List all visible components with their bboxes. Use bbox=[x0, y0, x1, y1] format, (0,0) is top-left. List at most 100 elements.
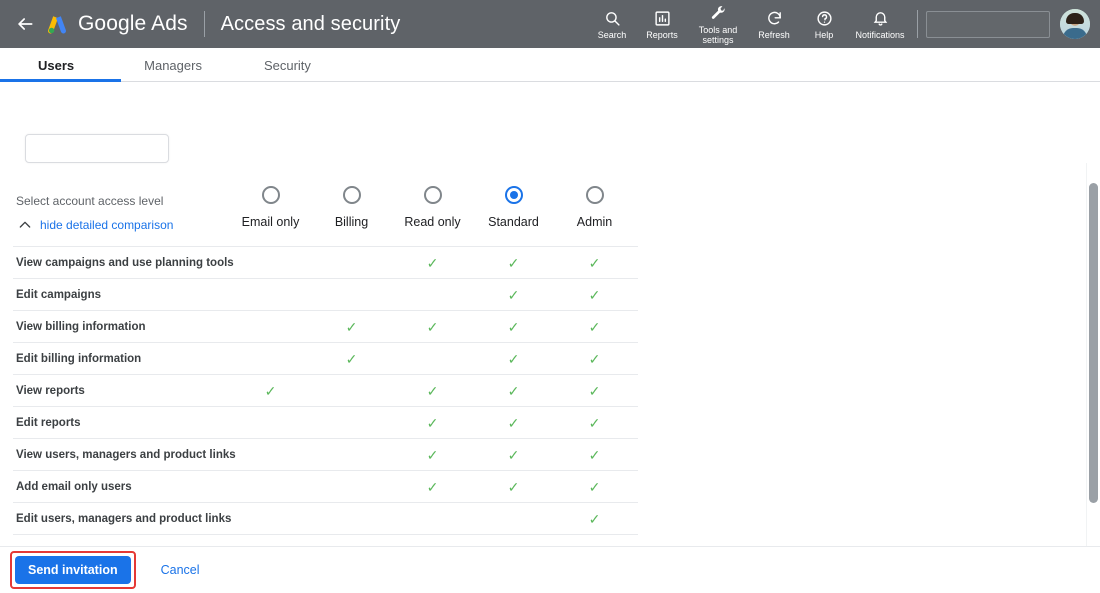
radio-standard[interactable] bbox=[504, 186, 523, 204]
checkmark-icon: ✓ bbox=[507, 286, 520, 303]
permission-cell-admin: ✓ bbox=[554, 288, 635, 302]
avatar-body bbox=[1063, 28, 1087, 39]
page-scrollbar[interactable] bbox=[1086, 163, 1100, 560]
access-option-billing[interactable]: Billing bbox=[311, 186, 392, 229]
table-row: Edit billing information ✓ ✓ ✓ bbox=[13, 343, 638, 375]
radio-billing[interactable] bbox=[342, 186, 361, 204]
access-level-options: Email only Billing Read only Standard Ad… bbox=[230, 186, 635, 229]
permission-cell-email-only: ✓ bbox=[230, 384, 311, 398]
avatar[interactable] bbox=[1060, 9, 1090, 39]
permission-cell-standard: ✓ bbox=[473, 256, 554, 270]
checkmark-icon: ✓ bbox=[264, 382, 277, 399]
avatar-hair bbox=[1066, 13, 1084, 24]
permission-name: View campaigns and use planning tools bbox=[16, 256, 234, 269]
radio-read-only[interactable] bbox=[423, 186, 442, 204]
refresh-button[interactable]: Refresh bbox=[749, 0, 799, 48]
wrench-icon bbox=[710, 4, 727, 23]
permission-name: View billing information bbox=[16, 320, 146, 333]
permission-name: Add email only users bbox=[16, 480, 132, 493]
search-button[interactable]: Search bbox=[587, 0, 637, 48]
access-level-label: Select account access level bbox=[16, 194, 164, 208]
refresh-label: Refresh bbox=[758, 29, 790, 40]
action-bar: Send invitation Cancel bbox=[0, 546, 1100, 593]
permission-cell-standard: ✓ bbox=[473, 448, 554, 462]
back-arrow-icon[interactable] bbox=[10, 0, 40, 48]
permission-name: View reports bbox=[16, 384, 85, 397]
permission-cell-admin: ✓ bbox=[554, 256, 635, 270]
permission-cell-admin: ✓ bbox=[554, 480, 635, 494]
chevron-up-icon bbox=[16, 216, 34, 234]
table-row: Edit campaigns ✓ ✓ bbox=[13, 279, 638, 311]
toolbar: Search Reports Tools and settings Refres… bbox=[587, 0, 1100, 48]
permission-cell-read-only: ✓ bbox=[392, 320, 473, 334]
checkmark-icon: ✓ bbox=[345, 318, 358, 335]
permission-cell-standard: ✓ bbox=[473, 352, 554, 366]
permission-name: View users, managers and product links bbox=[16, 448, 236, 461]
send-invitation-button[interactable]: Send invitation bbox=[15, 556, 131, 584]
access-option-email-only[interactable]: Email only bbox=[230, 186, 311, 229]
reports-label: Reports bbox=[646, 29, 678, 40]
tools-and-settings-button[interactable]: Tools and settings bbox=[687, 0, 749, 48]
reports-button[interactable]: Reports bbox=[637, 0, 687, 48]
toolbar-divider bbox=[917, 10, 918, 38]
email-input[interactable] bbox=[25, 134, 169, 163]
access-option-admin-label: Admin bbox=[576, 215, 613, 229]
checkmark-icon: ✓ bbox=[588, 350, 601, 367]
checkmark-icon: ✓ bbox=[507, 350, 520, 367]
checkmark-icon: ✓ bbox=[345, 350, 358, 367]
tab-managers[interactable]: Managers bbox=[112, 49, 234, 81]
permission-cell-read-only: ✓ bbox=[392, 416, 473, 430]
help-button[interactable]: Help bbox=[799, 0, 849, 48]
permission-cell-admin: ✓ bbox=[554, 448, 635, 462]
permission-cell-read-only: ✓ bbox=[392, 480, 473, 494]
checkmark-icon: ✓ bbox=[426, 254, 439, 271]
cancel-button[interactable]: Cancel bbox=[155, 562, 206, 578]
notifications-button[interactable]: Notifications bbox=[849, 0, 911, 48]
scrollbar-thumb[interactable] bbox=[1089, 183, 1098, 503]
permission-cell-admin: ✓ bbox=[554, 352, 635, 366]
account-info-field[interactable] bbox=[926, 10, 1050, 38]
radio-admin[interactable] bbox=[585, 186, 604, 204]
permission-cell-admin: ✓ bbox=[554, 384, 635, 398]
tab-security-label: Security bbox=[263, 57, 311, 73]
help-circle-icon bbox=[816, 9, 833, 28]
access-option-standard[interactable]: Standard bbox=[473, 186, 554, 229]
permission-cell-standard: ✓ bbox=[473, 320, 554, 334]
permission-cell-standard: ✓ bbox=[473, 480, 554, 494]
permission-cell-standard: ✓ bbox=[473, 384, 554, 398]
access-option-read-only-label: Read only bbox=[404, 215, 461, 229]
radio-email-only[interactable] bbox=[261, 186, 280, 204]
permission-cell-read-only: ✓ bbox=[392, 448, 473, 462]
checkmark-icon: ✓ bbox=[588, 414, 601, 431]
permission-cell-admin: ✓ bbox=[554, 512, 635, 526]
toggle-comparison-label: hide detailed comparison bbox=[40, 218, 174, 232]
refresh-icon bbox=[766, 9, 783, 28]
notifications-label: Notifications bbox=[855, 29, 905, 40]
checkmark-icon: ✓ bbox=[507, 254, 520, 271]
permission-name: Edit users, managers and product links bbox=[16, 512, 232, 525]
search-icon bbox=[604, 9, 621, 28]
checkmark-icon: ✓ bbox=[588, 478, 601, 495]
permission-cell-read-only: ✓ bbox=[392, 256, 473, 270]
access-option-admin[interactable]: Admin bbox=[554, 186, 635, 229]
tab-security[interactable]: Security bbox=[234, 49, 341, 81]
access-option-read-only[interactable]: Read only bbox=[392, 186, 473, 229]
checkmark-icon: ✓ bbox=[588, 446, 601, 463]
toggle-detailed-comparison[interactable]: hide detailed comparison bbox=[16, 216, 173, 234]
checkmark-icon: ✓ bbox=[588, 382, 601, 399]
tools-and-settings-label: Tools and settings bbox=[698, 24, 738, 45]
checkmark-icon: ✓ bbox=[507, 318, 520, 335]
access-option-billing-label: Billing bbox=[334, 215, 369, 229]
google-ads-logo bbox=[44, 11, 70, 37]
tab-users-label: Users bbox=[38, 57, 75, 73]
brand-name: Google Ads bbox=[78, 12, 188, 35]
checkmark-icon: ✓ bbox=[588, 254, 601, 271]
send-invitation-highlight: Send invitation bbox=[10, 551, 136, 589]
checkmark-icon: ✓ bbox=[507, 382, 520, 399]
help-label: Help bbox=[814, 29, 834, 40]
reports-bar-chart-icon bbox=[654, 9, 671, 28]
checkmark-icon: ✓ bbox=[588, 286, 601, 303]
permission-name: Edit reports bbox=[16, 416, 81, 429]
checkmark-icon: ✓ bbox=[426, 414, 439, 431]
tab-users[interactable]: Users bbox=[0, 49, 113, 82]
